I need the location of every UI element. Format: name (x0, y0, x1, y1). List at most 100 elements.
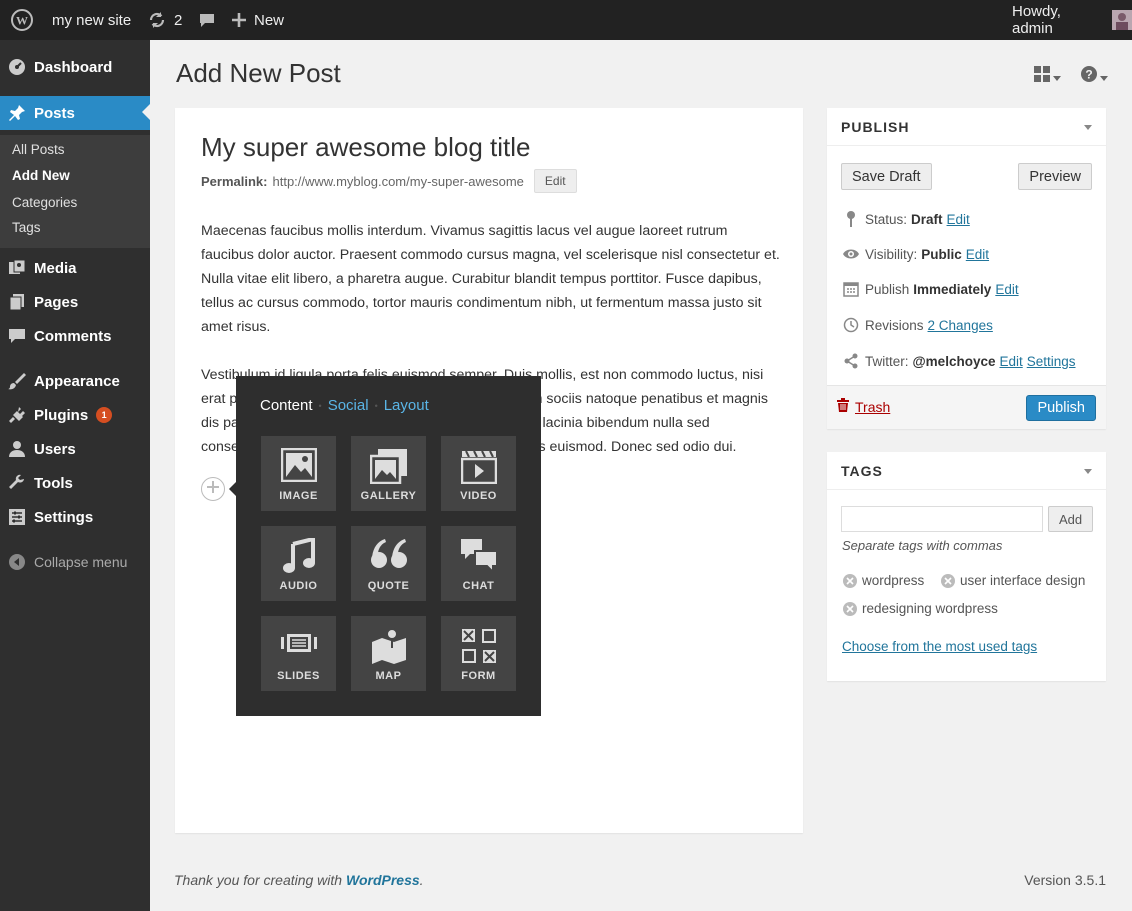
post-title-input[interactable]: My super awesome blog title (201, 132, 530, 163)
trash-icon (837, 398, 849, 415)
save-draft-button[interactable]: Save Draft (841, 163, 932, 190)
twitter-settings-link[interactable]: Settings (1027, 354, 1076, 369)
updates-count: 2 (174, 11, 183, 29)
insert-map-tile[interactable]: MAP (351, 616, 426, 691)
most-used-tags-link[interactable]: Choose from the most used tags (842, 639, 1037, 654)
my-account-link[interactable]: Howdy, admin (1012, 0, 1132, 40)
share-icon (841, 353, 861, 369)
greeting-text: Howdy, admin (1012, 3, 1061, 37)
sidebar-item-users[interactable]: Users (0, 432, 150, 466)
insert-chat-tile[interactable]: CHAT (441, 526, 516, 601)
remove-tag-icon[interactable] (843, 601, 857, 616)
chat-icon (441, 538, 516, 574)
revisions-link[interactable]: 2 Changes (928, 318, 993, 333)
updates-link[interactable]: 2 (148, 0, 182, 40)
tab-content[interactable]: Content (260, 397, 313, 414)
plus-icon (207, 480, 219, 498)
edit-permalink-button[interactable]: Edit (533, 169, 577, 193)
add-block-button[interactable] (201, 477, 225, 501)
insert-image-tile[interactable]: IMAGE (261, 436, 336, 511)
collapse-arrow-icon (0, 554, 34, 570)
publish-box-header[interactable]: PUBLISH (827, 108, 1106, 146)
tag-chip: redesigning wordpress (843, 601, 998, 616)
footer-thanks: Thank you for creating with WordPress. (174, 872, 424, 888)
tile-label: IMAGE (279, 490, 318, 502)
audio-icon (261, 538, 336, 574)
tag-label: wordpress (862, 573, 925, 588)
trash-link[interactable]: Trash (837, 398, 890, 415)
insert-form-tile[interactable]: FORM (441, 616, 516, 691)
clock-icon (841, 317, 861, 333)
tags-box: TAGS Add Separate tags with commas wordp… (827, 452, 1106, 681)
wordpress-logo-icon[interactable]: W (10, 0, 34, 40)
toggle-caret-icon[interactable] (1084, 125, 1092, 130)
visibility-label: Visibility: (865, 246, 918, 262)
footer-thanks-suffix: . (419, 872, 424, 888)
svg-text:W: W (16, 14, 28, 28)
new-tag-input[interactable] (841, 506, 1043, 532)
publish-box: PUBLISH Save Draft Preview Status: Draft… (827, 108, 1106, 429)
tag-hint-text: Separate tags with commas (842, 538, 1003, 553)
collapse-menu-button[interactable]: Collapse menu (0, 550, 150, 574)
help-button[interactable]: ? (1081, 66, 1108, 87)
publish-button[interactable]: Publish (1026, 395, 1096, 421)
new-label: New (254, 11, 285, 29)
sidebar-item-comments[interactable]: Comments (0, 319, 150, 353)
sidebar-item-label: Posts (34, 104, 75, 122)
sidebar-item-settings[interactable]: Settings (0, 500, 150, 534)
submenu-categories[interactable]: Categories (12, 195, 77, 210)
insert-audio-tile[interactable]: AUDIO (261, 526, 336, 601)
permalink-row: Permalink: http://www.myblog.com/my-supe… (201, 168, 577, 194)
edit-status-link[interactable]: Edit (947, 212, 970, 227)
sidebar-item-media[interactable]: Media (0, 251, 150, 285)
remove-tag-icon[interactable] (941, 573, 955, 588)
tags-box-header[interactable]: TAGS (827, 452, 1106, 490)
comments-bubble-icon[interactable] (199, 0, 215, 40)
tab-social[interactable]: Social (328, 397, 369, 414)
wordpress-link[interactable]: WordPress (346, 872, 420, 888)
settings-icon (0, 508, 34, 526)
sidebar-item-dashboard[interactable]: Dashboard (0, 50, 150, 84)
box-title: PUBLISH (841, 118, 910, 135)
new-content-link[interactable]: New (232, 0, 284, 40)
edit-twitter-link[interactable]: Edit (999, 354, 1022, 369)
preview-button[interactable]: Preview (1018, 163, 1092, 190)
screen-options-button[interactable] (1034, 66, 1061, 87)
sidebar-item-plugins[interactable]: Plugins 1 (0, 398, 150, 432)
pin-icon (0, 104, 34, 122)
tile-label: CHAT (462, 580, 495, 592)
submenu-add-new[interactable]: Add New (12, 168, 70, 183)
add-tag-button[interactable]: Add (1048, 506, 1094, 532)
sidebar-item-posts[interactable]: Posts (0, 96, 150, 130)
tab-layout[interactable]: Layout (384, 397, 429, 414)
sidebar-item-tools[interactable]: Tools (0, 466, 150, 500)
edit-visibility-link[interactable]: Edit (966, 247, 989, 262)
tag-label: user interface design (960, 573, 1086, 588)
submenu-tags[interactable]: Tags (12, 220, 41, 235)
insert-quote-tile[interactable]: QUOTE (351, 526, 426, 601)
comments-icon (0, 327, 34, 345)
site-name-link[interactable]: my new site (52, 0, 131, 40)
remove-tag-icon[interactable] (843, 573, 857, 588)
sidebar-item-pages[interactable]: Pages (0, 285, 150, 319)
publish-date-row: Publish Immediately Edit (841, 279, 1019, 299)
publish-date-value: Immediately (913, 281, 992, 297)
quote-icon (351, 538, 426, 572)
submenu-all-posts[interactable]: All Posts (12, 142, 65, 157)
help-icon: ? (1081, 66, 1097, 87)
insert-block-popover: Content • Social • Layout IMAGE GALLERY … (229, 376, 541, 716)
status-value: Draft (911, 211, 943, 227)
plus-icon (232, 13, 246, 27)
toggle-caret-icon[interactable] (1084, 469, 1092, 474)
map-icon (351, 628, 426, 664)
sidebar-item-appearance[interactable]: Appearance (0, 364, 150, 398)
insert-gallery-tile[interactable]: GALLERY (351, 436, 426, 511)
insert-slides-tile[interactable]: SLIDES (261, 616, 336, 691)
visibility-value: Public (921, 246, 962, 262)
chevron-down-icon (1053, 68, 1061, 86)
tag-label: redesigning wordpress (862, 601, 998, 616)
insert-video-tile[interactable]: VIDEO (441, 436, 516, 511)
edit-publish-date-link[interactable]: Edit (995, 282, 1018, 297)
sidebar-item-label: Settings (34, 508, 94, 526)
content-paragraph[interactable]: Maecenas faucibus mollis interdum. Vivam… (201, 219, 781, 339)
